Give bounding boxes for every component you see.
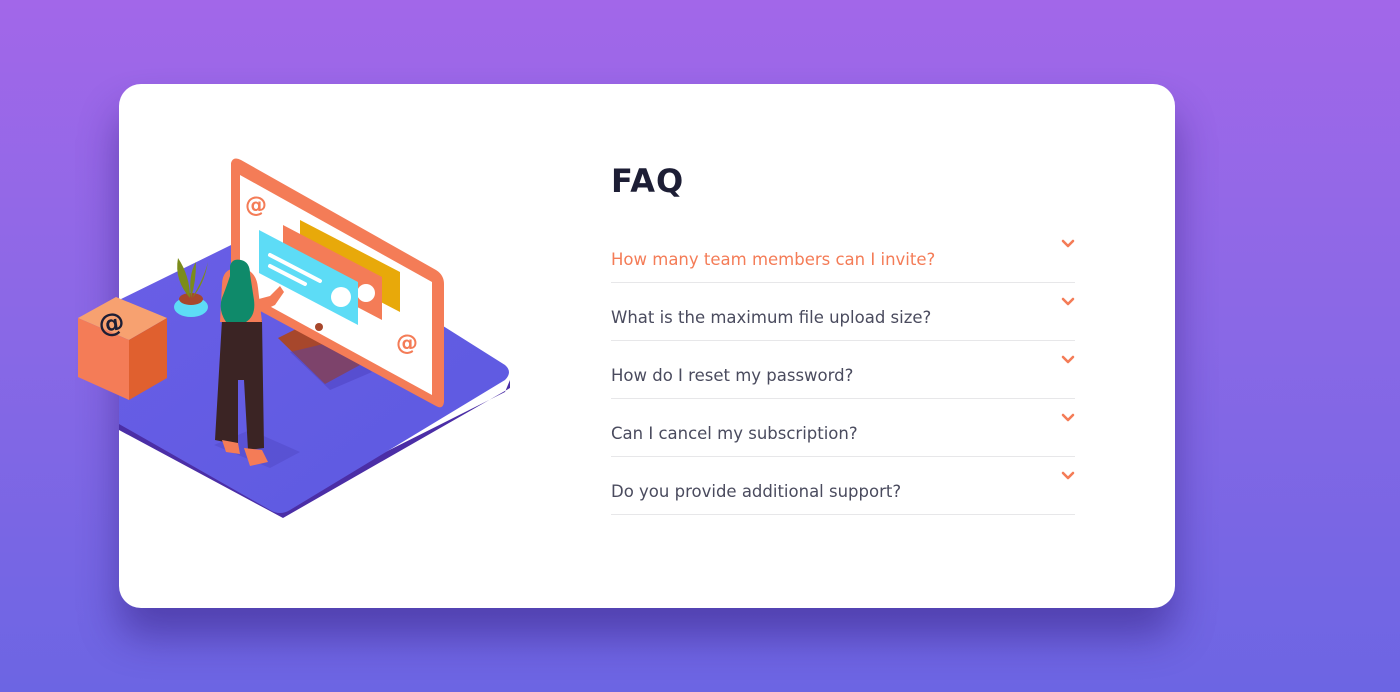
faq-item[interactable]: What is the maximum file upload size? bbox=[611, 283, 1075, 341]
chevron-down-icon[interactable] bbox=[1061, 239, 1075, 249]
chevron-down-icon[interactable] bbox=[1061, 413, 1075, 423]
chevron-down-icon[interactable] bbox=[1061, 297, 1075, 307]
faq-list: How many team members can I invite? What… bbox=[611, 234, 1075, 515]
chevron-down-icon[interactable] bbox=[1061, 471, 1075, 481]
faq-item[interactable]: Can I cancel my subscription? bbox=[611, 399, 1075, 457]
faq-question[interactable]: How do I reset my password? bbox=[611, 366, 853, 385]
page-title: FAQ bbox=[611, 162, 685, 200]
faq-question[interactable]: Do you provide additional support? bbox=[611, 482, 901, 501]
faq-item[interactable]: Do you provide additional support? bbox=[611, 457, 1075, 515]
faq-question[interactable]: How many team members can I invite? bbox=[611, 250, 935, 269]
chevron-down-icon[interactable] bbox=[1061, 355, 1075, 365]
faq-item[interactable]: How do I reset my password? bbox=[611, 341, 1075, 399]
faq-section: FAQ How many team members can I invite? … bbox=[611, 155, 1075, 515]
faq-question[interactable]: What is the maximum file upload size? bbox=[611, 308, 931, 327]
faq-item[interactable]: How many team members can I invite? bbox=[611, 234, 1075, 283]
faq-question[interactable]: Can I cancel my subscription? bbox=[611, 424, 858, 443]
